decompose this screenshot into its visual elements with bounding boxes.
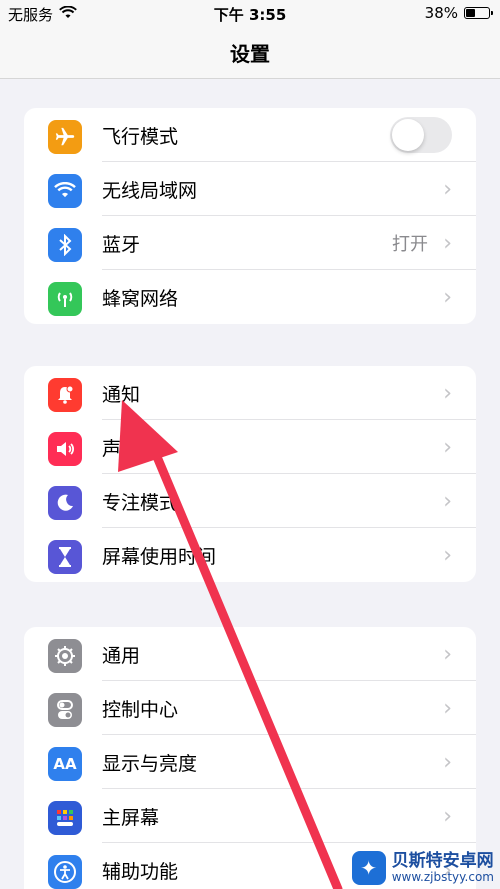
nav-bar: 设置 [0,28,500,79]
row-display-brightness[interactable]: AA 显示与亮度 › [24,735,476,789]
row-control-center[interactable]: 控制中心 › [24,681,476,735]
status-bar: 无服务 下午 3:55 38% [0,0,500,28]
chevron-right-icon: › [443,230,452,256]
row-label: 主屏幕 [102,806,160,829]
airplane-mode-toggle[interactable] [390,117,452,153]
settings-group-notifications: 通知 › 声音 › 专注模式 › 屏幕使用时间 › [24,366,476,582]
row-label: 辅助功能 [102,860,179,883]
watermark-logo-icon: ✦ [351,851,386,885]
bluetooth-status-value: 打开 [392,234,428,255]
chevron-right-icon: › [443,488,452,514]
chevron-right-icon: › [443,641,452,667]
grid-icon [48,801,82,835]
speaker-icon [48,432,82,466]
battery-icon [464,7,493,19]
row-label: 通用 [102,644,141,667]
page-title: 设置 [230,42,270,66]
antenna-icon [48,282,82,316]
row-label: 无线局域网 [102,179,198,202]
watermark-url: www.zjbstyy.com [391,869,494,884]
chevron-right-icon: › [443,749,452,775]
watermark: ✦ 贝斯特安卓网 www.zjbstyy.com [351,850,494,885]
settings-group-connectivity: 飞行模式 无线局域网 › 蓝牙 打开 › 蜂窝网络 › [24,108,476,324]
row-label: 声音 [102,437,141,460]
row-sounds[interactable]: 声音 › [24,420,476,474]
row-general[interactable]: 通用 › [24,627,476,681]
row-label: 蓝牙 [102,233,141,256]
settings-group-general: 通用 › 控制中心 › AA 显示与亮度 › 主屏幕 › 辅助功能 › [24,627,476,889]
chevron-right-icon: › [443,434,452,460]
row-wifi[interactable]: 无线局域网 › [24,162,476,216]
row-label: 飞行模式 [102,125,179,148]
row-label: 控制中心 [102,698,179,721]
row-screen-time[interactable]: 屏幕使用时间 › [24,528,476,582]
chevron-right-icon: › [443,284,452,310]
bluetooth-icon [48,228,82,262]
chevron-right-icon: › [443,695,452,721]
row-bluetooth[interactable]: 蓝牙 打开 › [24,216,476,270]
row-label: 屏幕使用时间 [102,545,217,568]
row-label: 通知 [102,383,141,406]
moon-icon [48,486,82,520]
row-label: 蜂窝网络 [102,287,179,310]
aa-icon: AA [48,747,82,781]
status-right: 38% [424,4,493,22]
bell-icon [48,378,82,412]
row-airplane-mode[interactable]: 飞行模式 [24,108,476,162]
row-focus[interactable]: 专注模式 › [24,474,476,528]
row-label: 专注模式 [102,491,179,514]
row-label: 显示与亮度 [102,752,198,775]
toggles-icon [48,693,82,727]
battery-percent: 38% [424,4,458,22]
gear-icon [48,639,82,673]
row-notifications[interactable]: 通知 › [24,366,476,420]
chevron-right-icon: › [443,803,452,829]
accessibility-icon [48,855,82,889]
watermark-title: 贝斯特安卓网 [391,850,494,871]
chevron-right-icon: › [443,542,452,568]
airplane-icon [48,120,82,154]
chevron-right-icon: › [443,380,452,406]
hourglass-icon [48,540,82,574]
wifi-icon [48,174,82,208]
chevron-right-icon: › [443,176,452,202]
row-home-screen[interactable]: 主屏幕 › [24,789,476,843]
row-cellular[interactable]: 蜂窝网络 › [24,270,476,324]
